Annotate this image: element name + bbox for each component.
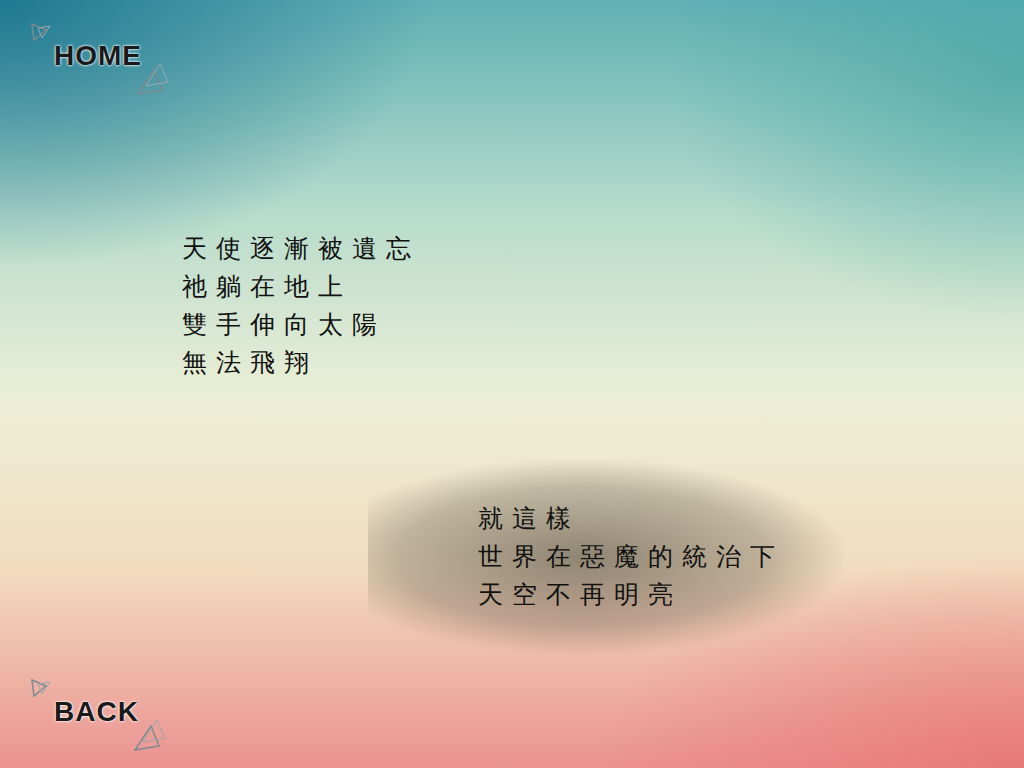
top-bar: HOME [0,0,1024,120]
bottom-bar: BACK [0,682,1024,768]
story-line: 就這樣 [478,500,784,538]
story-line: 祂躺在地上 [182,268,1024,306]
story-line: 雙手伸向太陽 [182,306,1024,344]
story-passage: 就這樣世界在惡魔的統治下天空不再明亮 [478,500,784,614]
story-screen: HOME 天使逐漸被遺忘祂躺在地上雙手伸向太陽無法飛翔就這樣世界在惡魔的統治下天… [0,0,1024,768]
story-line: 天使逐漸被遺忘 [182,230,1024,268]
triangles-icon [132,56,172,96]
triangles-icon [129,712,169,752]
home-button[interactable]: HOME [34,26,162,86]
story-line: 世界在惡魔的統治下 [478,538,784,576]
story-line: 天空不再明亮 [478,576,784,614]
story-line: 無法飛翔 [182,344,1024,382]
story-passage: 天使逐漸被遺忘祂躺在地上雙手伸向太陽無法飛翔 [182,230,1024,382]
back-button[interactable]: BACK [34,682,159,742]
